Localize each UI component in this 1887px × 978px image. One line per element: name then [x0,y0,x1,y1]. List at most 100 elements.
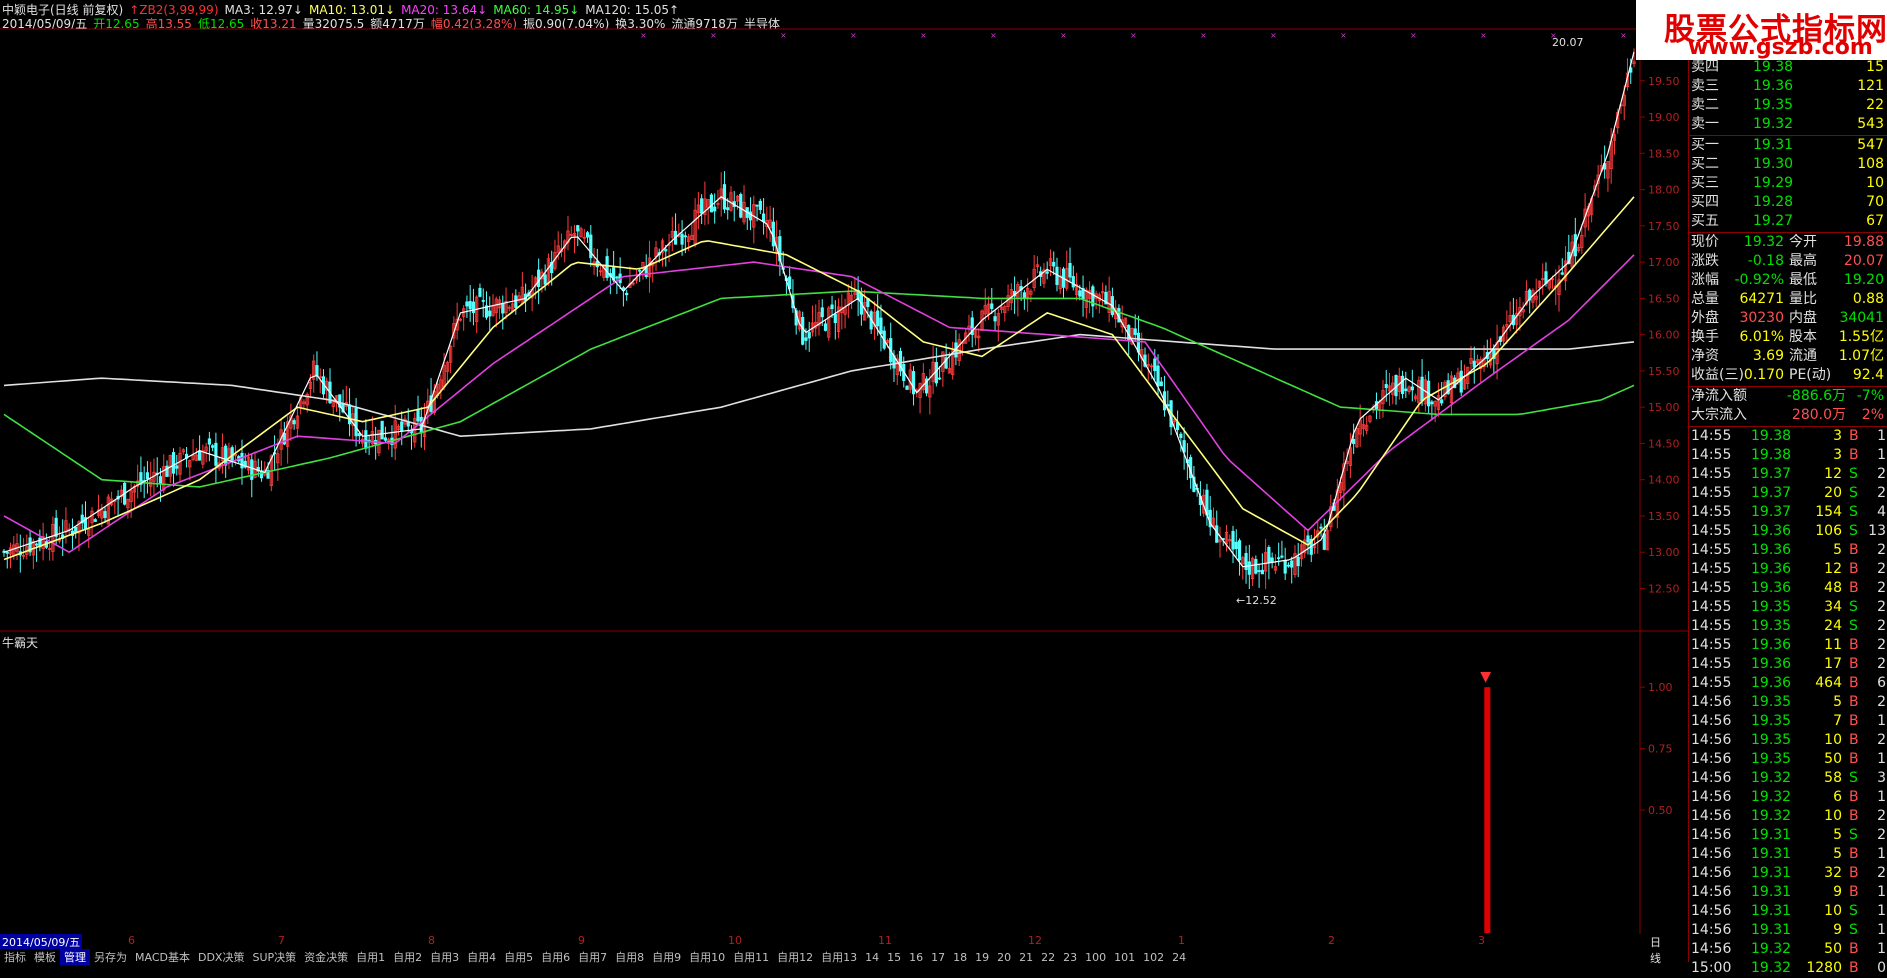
price-tick-label: 15.00 [1648,401,1680,414]
candle-body [292,420,296,425]
tick-count: 2 [1877,561,1886,577]
candle-body [250,459,254,480]
bid-row: 买四 19.28 70 [1689,193,1887,212]
indicator-tab[interactable]: 14 [861,951,883,964]
period-label[interactable]: 日线 [1650,934,1661,966]
tick-side: B [1849,637,1859,653]
sub-tick-label: 0.50 [1648,804,1673,817]
flow-row: 净流入额 -886.6万 -7% [1689,387,1887,406]
candle-body [683,235,687,238]
candle-body [938,377,942,380]
top-marker: × [640,31,647,40]
candle-body [680,233,684,245]
candle-body [1166,404,1170,407]
tick-side: B [1849,808,1859,824]
tick-price: 19.35 [1751,732,1792,748]
candle-body [468,301,472,310]
indicator-tab[interactable]: 自用4 [463,949,500,965]
candle-body [380,420,384,440]
indicator-tab[interactable]: 管理 [60,949,90,965]
stat-value: 6.01% [1739,329,1784,345]
stat-value: 19.20 [1843,272,1884,288]
candle-body [993,316,997,322]
indicator-tab[interactable]: 23 [1059,951,1081,964]
candle-body [739,193,743,218]
signal-arrow: ▼ [1480,669,1491,685]
tick-count: 2 [1877,732,1886,748]
tick-price: 19.35 [1751,599,1792,615]
ask-label: 卖三 [1691,78,1719,94]
tick-time: 14:55 [1691,675,1732,691]
tick-volume: 10 [1824,808,1842,824]
month-tick: 6 [128,934,135,947]
info-header: 中颖电子(日线 前复权) ↑ZB2(3,99,99) MA3: 12.97↓ MA10… [0,0,1640,31]
indicator-tab[interactable]: 自用3 [426,949,463,965]
indicator-tab[interactable]: 自用9 [648,949,685,965]
kline-chart[interactable]: 19.50 19.00 18.50 18.00 17.50 17.00 16.50 16.00… [0,28,1688,934]
indicator-tab[interactable]: 16 [905,951,927,964]
indicator-tab[interactable]: 自用8 [611,949,648,965]
tick-row: 14:56 19.31 5 S 2 [1689,826,1887,845]
month-tick: 3 [1478,934,1485,947]
candle-body [1280,555,1284,558]
indicator-tab[interactable]: 101 [1110,951,1139,964]
tick-time: 14:56 [1691,884,1732,900]
indicator-tab[interactable]: 自用6 [537,949,574,965]
price-tick-label: 15.50 [1648,365,1680,378]
indicator-tab[interactable]: 自用10 [685,949,729,965]
indicator-tab[interactable]: SUP决策 [248,949,300,965]
tick-count: 1 [1877,751,1886,767]
top-marker: × [1200,31,1207,40]
indicator-tab[interactable]: 自用5 [500,949,537,965]
stat-label: 量比 [1789,291,1817,307]
indicator-tab[interactable]: 自用1 [352,949,389,965]
stat-value: 1.07亿 [1838,348,1884,364]
tick-time: 14:56 [1691,789,1732,805]
indicator-tab[interactable]: 100 [1081,951,1110,964]
indicator-tab[interactable]: MACD基本 [131,949,194,965]
indicator-tab[interactable]: 自用2 [389,949,426,965]
bid-volume: 67 [1866,213,1884,229]
bid-label: 买五 [1691,213,1719,229]
indicator-tab[interactable]: 自用12 [773,949,817,965]
tick-side: B [1849,675,1859,691]
indicator-tab[interactable]: DDX决策 [194,949,248,965]
tick-volume: 11 [1824,637,1842,653]
tick-side: S [1849,485,1858,501]
tick-volume: 5 [1833,694,1842,710]
indicator-tab[interactable]: 15 [883,951,905,964]
top-marker: × [1410,31,1417,40]
tick-count: 1 [1877,922,1886,938]
tick-volume: 20 [1824,485,1842,501]
indicator-tab[interactable]: 18 [949,951,971,964]
indicator-tab[interactable]: 自用7 [574,949,611,965]
indicator-tab[interactable]: 102 [1139,951,1168,964]
indicator-tab[interactable]: 自用11 [729,949,773,965]
tick-price: 19.35 [1751,751,1792,767]
tick-volume: 50 [1824,941,1842,957]
tick-volume: 10 [1824,732,1842,748]
tick-count: 1 [1877,846,1886,862]
sub-tick-label: 0.75 [1648,743,1673,756]
indicator-tab[interactable]: 20 [993,951,1015,964]
candle-body [54,517,58,537]
indicator-tab[interactable]: 24 [1168,951,1190,964]
indicator-tab[interactable]: 资金决策 [300,949,352,965]
candle-body [537,269,541,288]
tick-count: 2 [1877,694,1886,710]
indicator-tab[interactable]: 自用13 [817,949,861,965]
indicator-tab[interactable]: 21 [1015,951,1037,964]
indicator-tab[interactable]: 22 [1037,951,1059,964]
tick-side: S [1849,770,1858,786]
indicator-tab[interactable]: 模板 [30,949,60,965]
tick-volume: 3 [1833,428,1842,444]
flow-pct: 2% [1861,407,1884,423]
indicator-tab[interactable]: 另存为 [90,949,131,965]
tick-count: 3 [1877,770,1886,786]
tick-side: B [1849,656,1859,672]
quote-panel: 卖四 19.38 15 卖三 19.36 121 卖二 19.35 22 卖一 19.32 543 买一… [1688,28,1887,976]
indicator-tab[interactable]: 19 [971,951,993,964]
indicator-tab[interactable]: 指标 [0,949,30,965]
indicator-tab[interactable]: 17 [927,951,949,964]
candle-body [585,232,590,238]
